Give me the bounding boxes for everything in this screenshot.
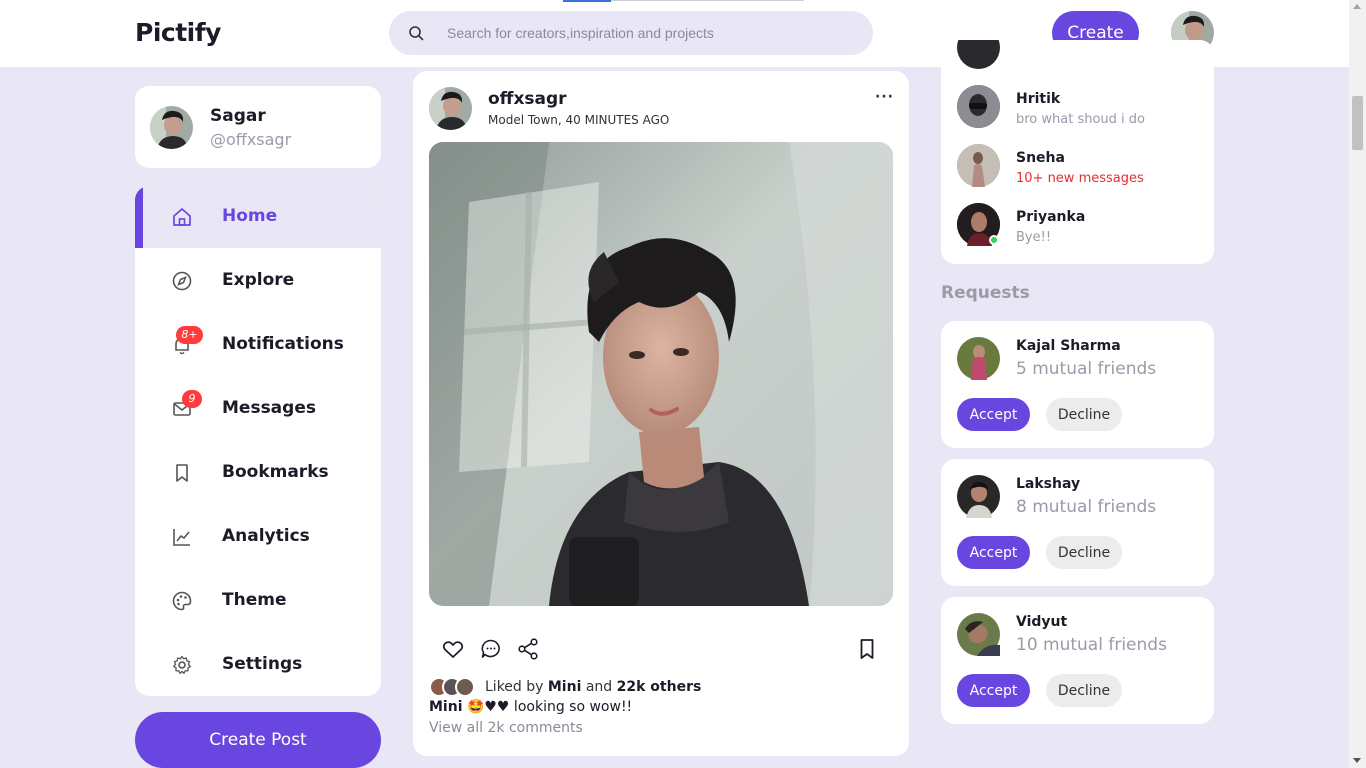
- tab-indicator: [563, 0, 611, 2]
- message-preview: 10+ new messages: [1016, 171, 1144, 186]
- sidebar-item-label: Explore: [222, 270, 295, 290]
- scroll-up-arrow-icon[interactable]: [1353, 4, 1361, 9]
- friend-request-card: Vidyut 10 mutual friends Accept Decline: [941, 597, 1214, 724]
- messages-card: Hritik bro what shoud i do Sneha 10+ new…: [941, 40, 1214, 264]
- message-preview: Bye!!: [1016, 230, 1052, 245]
- likes-summary[interactable]: Liked by Mini and 22k others: [429, 677, 701, 697]
- sidebar-item-notifications[interactable]: 8+ Notifications: [135, 314, 381, 376]
- likes-text: Liked by Mini and 22k others: [485, 679, 702, 695]
- sidebar-item-settings[interactable]: Settings: [135, 634, 381, 696]
- sidebar-item-label: Theme: [222, 590, 287, 610]
- comment-icon[interactable]: [479, 637, 503, 661]
- requester-name: Vidyut: [1016, 614, 1068, 630]
- mutual-friends: 5 mutual friends: [1016, 359, 1157, 379]
- mutual-friends: 10 mutual friends: [1016, 635, 1167, 655]
- message-sender: Sneha: [1016, 150, 1065, 166]
- accept-button[interactable]: Accept: [957, 536, 1030, 569]
- message-row[interactable]: Hritik bro what shoud i do: [957, 85, 1207, 129]
- search-icon: [409, 26, 424, 41]
- requests-heading: Requests: [941, 283, 1030, 303]
- tab-indicator-track: [611, 0, 804, 1]
- sidebar-item-label: Home: [222, 206, 278, 226]
- profile-name: Sagar: [210, 106, 266, 126]
- sidebar-item-bookmarks[interactable]: Bookmarks: [135, 442, 381, 504]
- feed-post: offxsagr Model Town, 40 MINUTES AGO ···: [413, 71, 909, 756]
- accept-button[interactable]: Accept: [957, 398, 1030, 431]
- avatar[interactable]: [957, 337, 1000, 380]
- decline-button[interactable]: Decline: [1046, 536, 1122, 569]
- avatar: [957, 85, 1000, 128]
- avatar: [957, 40, 1000, 69]
- view-all-comments-link[interactable]: View all 2k comments: [429, 720, 583, 736]
- sidebar-item-messages[interactable]: 9 Messages: [135, 378, 381, 440]
- accept-button[interactable]: Accept: [957, 674, 1030, 707]
- post-location: Model Town, 40 MINUTES AGO: [488, 113, 670, 127]
- page-scrollbar[interactable]: [1349, 0, 1366, 768]
- palette-icon: [172, 591, 192, 611]
- share-icon[interactable]: [516, 637, 540, 661]
- gear-icon: [173, 655, 191, 674]
- liker-avatars: [429, 677, 479, 697]
- message-preview: bro what shoud i do: [1016, 112, 1146, 127]
- scrollbar-thumb[interactable]: [1352, 96, 1363, 150]
- friend-request-card: Kajal Sharma 5 mutual friends Accept Dec…: [941, 321, 1214, 448]
- decline-button[interactable]: Decline: [1046, 674, 1122, 707]
- profile-handle: @offxsagr: [210, 130, 292, 149]
- avatar: [455, 677, 475, 697]
- sidebar-item-explore[interactable]: Explore: [135, 250, 381, 312]
- sidebar-item-label: Notifications: [222, 334, 344, 354]
- message-row[interactable]: Priyanka Bye!!: [957, 203, 1207, 247]
- post-author[interactable]: offxsagr: [488, 89, 567, 109]
- chart-icon: [173, 529, 190, 546]
- more-options-icon[interactable]: ···: [875, 89, 894, 105]
- home-icon: [173, 208, 191, 226]
- heart-icon[interactable]: [441, 637, 465, 661]
- avatar: [150, 106, 193, 149]
- message-badge: 9: [182, 390, 202, 408]
- create-post-button[interactable]: Create Post: [135, 712, 381, 768]
- bookmark-icon[interactable]: [855, 637, 879, 661]
- post-caption: Mini 🤩♥♥ looking so wow!!: [429, 699, 633, 715]
- sidebar-item-theme[interactable]: Theme: [135, 570, 381, 632]
- sidebar-item-label: Bookmarks: [222, 462, 329, 482]
- scroll-down-arrow-icon[interactable]: [1353, 758, 1361, 763]
- mutual-friends: 8 mutual friends: [1016, 497, 1157, 517]
- requester-name: Lakshay: [1016, 476, 1081, 492]
- requester-name: Kajal Sharma: [1016, 338, 1121, 354]
- sidebar-nav: Home Explore 8+ Notifications 9 Messages…: [135, 186, 381, 696]
- post-image[interactable]: [429, 142, 893, 606]
- sidebar-item-label: Messages: [222, 398, 316, 418]
- sidebar-item-home[interactable]: Home: [135, 186, 381, 248]
- bookmark-icon: [176, 464, 188, 482]
- search-bar[interactable]: Search for creators,inspiration and proj…: [389, 11, 873, 55]
- sidebar-item-label: Settings: [222, 654, 303, 674]
- profile-card[interactable]: Sagar @offxsagr: [135, 86, 381, 168]
- sidebar-item-label: Analytics: [222, 526, 310, 546]
- avatar[interactable]: [429, 87, 472, 130]
- avatar[interactable]: [957, 475, 1000, 518]
- message-row[interactable]: Sneha 10+ new messages: [957, 144, 1207, 188]
- message-sender: Hritik: [1016, 91, 1061, 107]
- decline-button[interactable]: Decline: [1046, 398, 1122, 431]
- avatar: [957, 144, 1000, 187]
- message-sender: Priyanka: [1016, 209, 1086, 225]
- notification-badge: 8+: [176, 326, 203, 344]
- friend-request-card: Lakshay 8 mutual friends Accept Decline: [941, 459, 1214, 586]
- sidebar-item-analytics[interactable]: Analytics: [135, 506, 381, 568]
- online-indicator: [989, 235, 999, 245]
- avatar[interactable]: [957, 613, 1000, 656]
- search-input[interactable]: Search for creators,inspiration and proj…: [447, 25, 714, 41]
- app-logo[interactable]: Pictify: [135, 18, 221, 47]
- compass-icon: [172, 271, 192, 291]
